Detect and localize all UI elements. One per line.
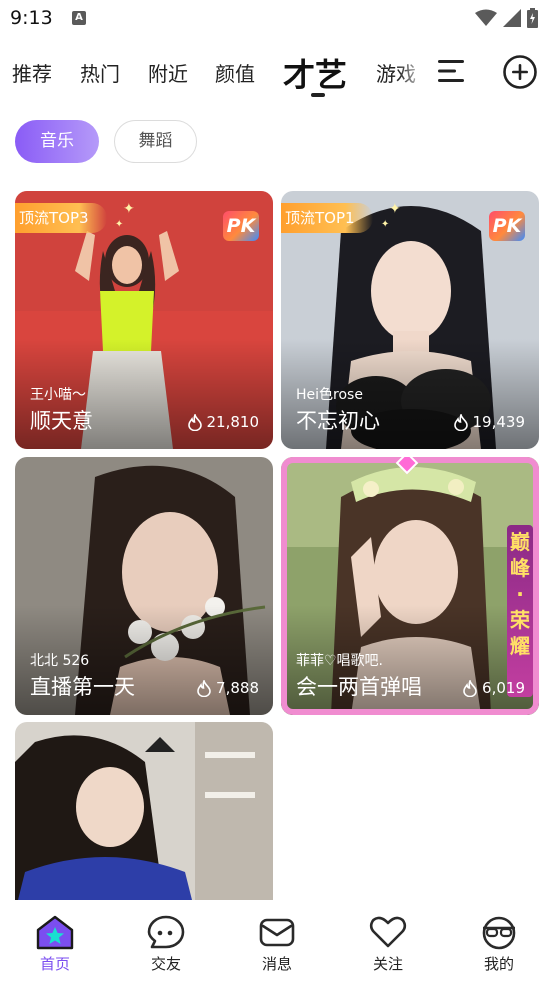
live-card[interactable]: 北北 526 直播第一天 7,888	[15, 457, 273, 715]
stream-title: 会一两首弹唱	[296, 675, 422, 699]
profile-icon	[482, 916, 516, 950]
stream-title: 直播第一天	[30, 675, 135, 699]
wifi-icon	[475, 9, 497, 26]
active-tab-indicator	[311, 93, 325, 97]
mail-icon	[259, 918, 295, 947]
live-card[interactable]	[15, 722, 273, 912]
frame-banner: 巅峰·荣耀	[507, 525, 533, 697]
host-name: 北北 526	[30, 653, 90, 669]
rank-badge: 顶流TOP1	[281, 203, 373, 233]
stream-cover-image	[15, 722, 273, 912]
live-card[interactable]: 顶流TOP1 ✦ ✦ PK Hei色rose 不忘初心 19,439	[281, 191, 539, 449]
sparkle-icon: ✦	[123, 201, 135, 217]
viewer-count: 6,019	[462, 679, 525, 697]
bottom-navigation: 首页 交友 消息 关注 我的	[0, 900, 554, 984]
viewer-count-value: 21,810	[206, 413, 260, 431]
live-card[interactable]: 巅峰·荣耀 菲菲♡唱歌吧. 会一两首弹唱 6,019	[281, 457, 539, 715]
signal-icon	[503, 9, 521, 27]
nav-home[interactable]: 首页	[15, 914, 95, 974]
tab-recommend[interactable]: 推荐	[12, 58, 52, 87]
flame-icon	[197, 679, 211, 697]
sparkle-icon: ✦	[381, 219, 390, 230]
host-name: 菲菲♡唱歌吧.	[296, 653, 384, 669]
heart-icon	[369, 916, 407, 948]
tab-talent[interactable]: 才艺	[283, 50, 347, 96]
viewer-count: 21,810	[187, 413, 260, 431]
flame-icon	[453, 413, 468, 431]
tabs-fade	[398, 48, 428, 96]
status-icons	[475, 8, 538, 28]
subtab-dance[interactable]: 舞蹈	[114, 120, 197, 163]
stream-title: 顺天意	[30, 409, 93, 433]
viewer-count: 7,888	[196, 679, 259, 697]
add-icon[interactable]	[503, 55, 537, 89]
status-bar: 9:13 A	[0, 0, 554, 38]
live-card[interactable]: 顶流TOP3 ✦ ✦ PK 王小喵～ 顺天意 21,810	[15, 191, 273, 449]
nav-follow[interactable]: 关注	[348, 914, 428, 974]
home-icon	[36, 915, 74, 950]
nav-profile[interactable]: 我的	[459, 914, 539, 974]
category-tabs: 推荐 热门 附近 颜值 才艺 游戏	[0, 48, 554, 97]
host-name: Hei色rose	[296, 387, 363, 403]
tab-nearby[interactable]: 附近	[148, 58, 188, 87]
pk-icon: PK	[223, 211, 259, 241]
nav-label-home: 首页	[39, 955, 70, 973]
battery-icon	[527, 8, 538, 28]
flame-icon	[463, 679, 477, 697]
subtab-music[interactable]: 音乐	[15, 120, 99, 163]
tab-popular[interactable]: 热门	[80, 58, 120, 87]
viewer-count: 19,439	[453, 413, 526, 431]
flame-icon	[187, 413, 202, 431]
nav-friends[interactable]: 交友	[126, 914, 206, 974]
host-name: 王小喵～	[30, 387, 86, 403]
viewer-count-value: 6,019	[482, 679, 525, 697]
viewer-count-value: 19,439	[472, 413, 526, 431]
notification-icon: A	[72, 11, 86, 25]
chat-icon	[147, 915, 185, 949]
menu-icon[interactable]	[438, 58, 466, 84]
nav-messages[interactable]: 消息	[237, 914, 317, 974]
pk-icon: PK	[489, 211, 525, 241]
sparkle-icon: ✦	[389, 201, 401, 217]
nav-label-friends: 交友	[150, 955, 181, 973]
tab-looks[interactable]: 颜值	[215, 58, 255, 87]
sparkle-icon: ✦	[115, 219, 124, 230]
nav-label-profile: 我的	[483, 955, 514, 973]
nav-label-follow: 关注	[372, 955, 403, 973]
stream-title: 不忘初心	[296, 409, 380, 433]
rank-badge: 顶流TOP3	[15, 203, 107, 233]
nav-label-messages: 消息	[261, 955, 292, 973]
status-time: 9:13	[10, 7, 53, 29]
viewer-count-value: 7,888	[216, 679, 259, 697]
